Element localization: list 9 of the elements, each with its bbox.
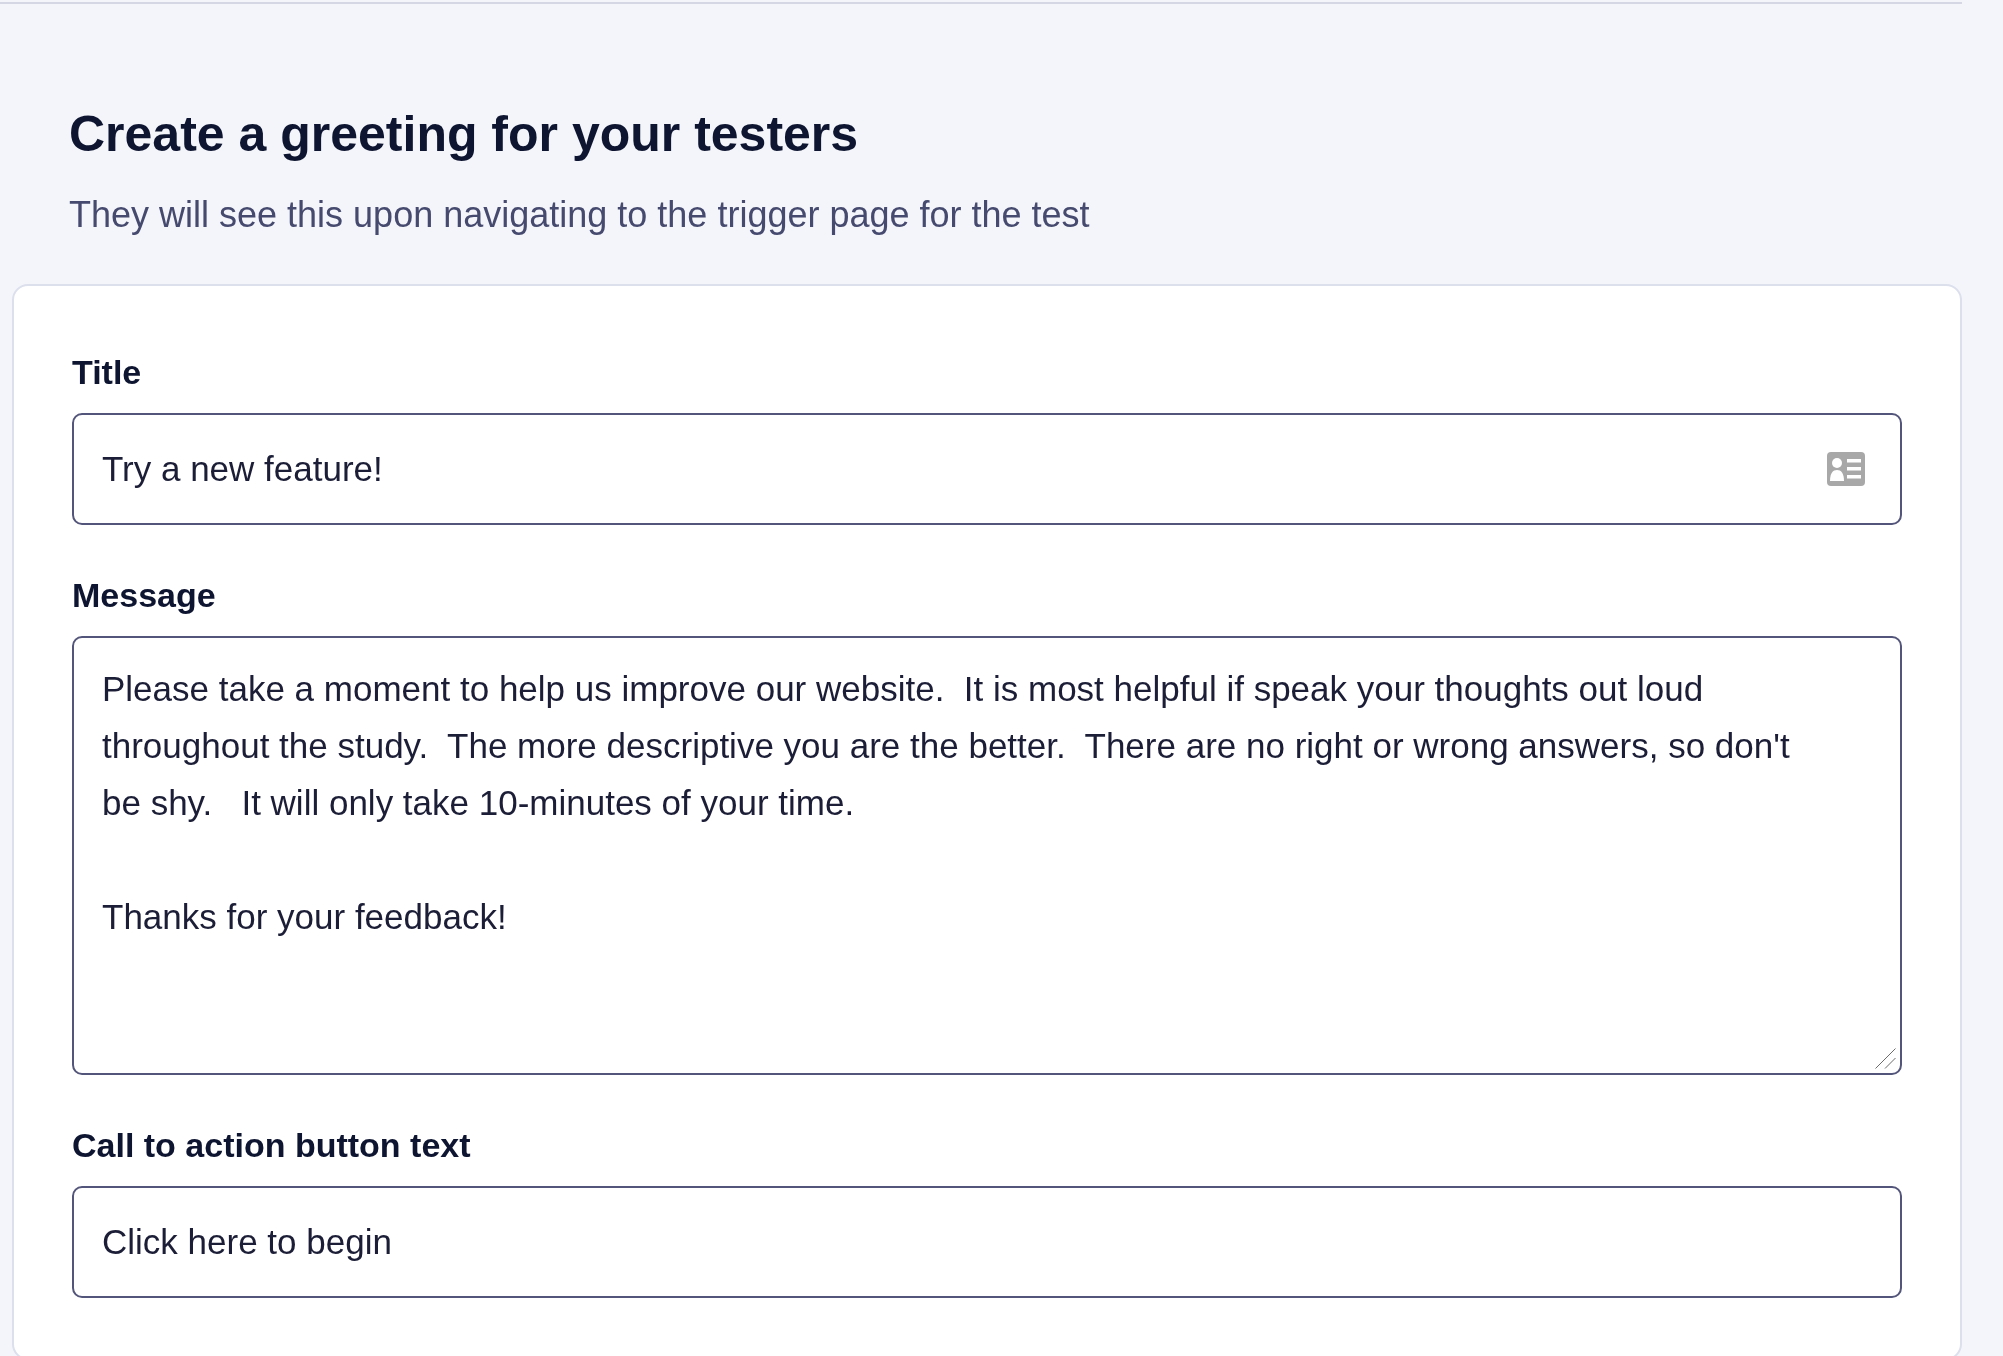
page-subtitle: They will see this upon navigating to the trigger page for the test xyxy=(69,193,1091,237)
field-label: Message xyxy=(72,575,217,615)
button-text-input[interactable]: Click here to begin xyxy=(72,1186,1902,1298)
page-heading: Create a greeting for your testers xyxy=(69,105,860,164)
message-textarea[interactable]: Please take a moment to help us improve our website. It is most helpful if speak your thoughts out loud throughout the study. The more descriptive you are the better. There are no right or wrong answers, so don't be shy. It will only take 10-minutes of your time. Thanks for your feedback! xyxy=(72,636,1902,1075)
field-label: Call to action button text xyxy=(72,1125,472,1165)
field-label: Title xyxy=(72,352,143,392)
title-input[interactable]: Try a new feature! xyxy=(72,413,1902,525)
resize-grip-icon[interactable] xyxy=(1875,1048,1896,1069)
